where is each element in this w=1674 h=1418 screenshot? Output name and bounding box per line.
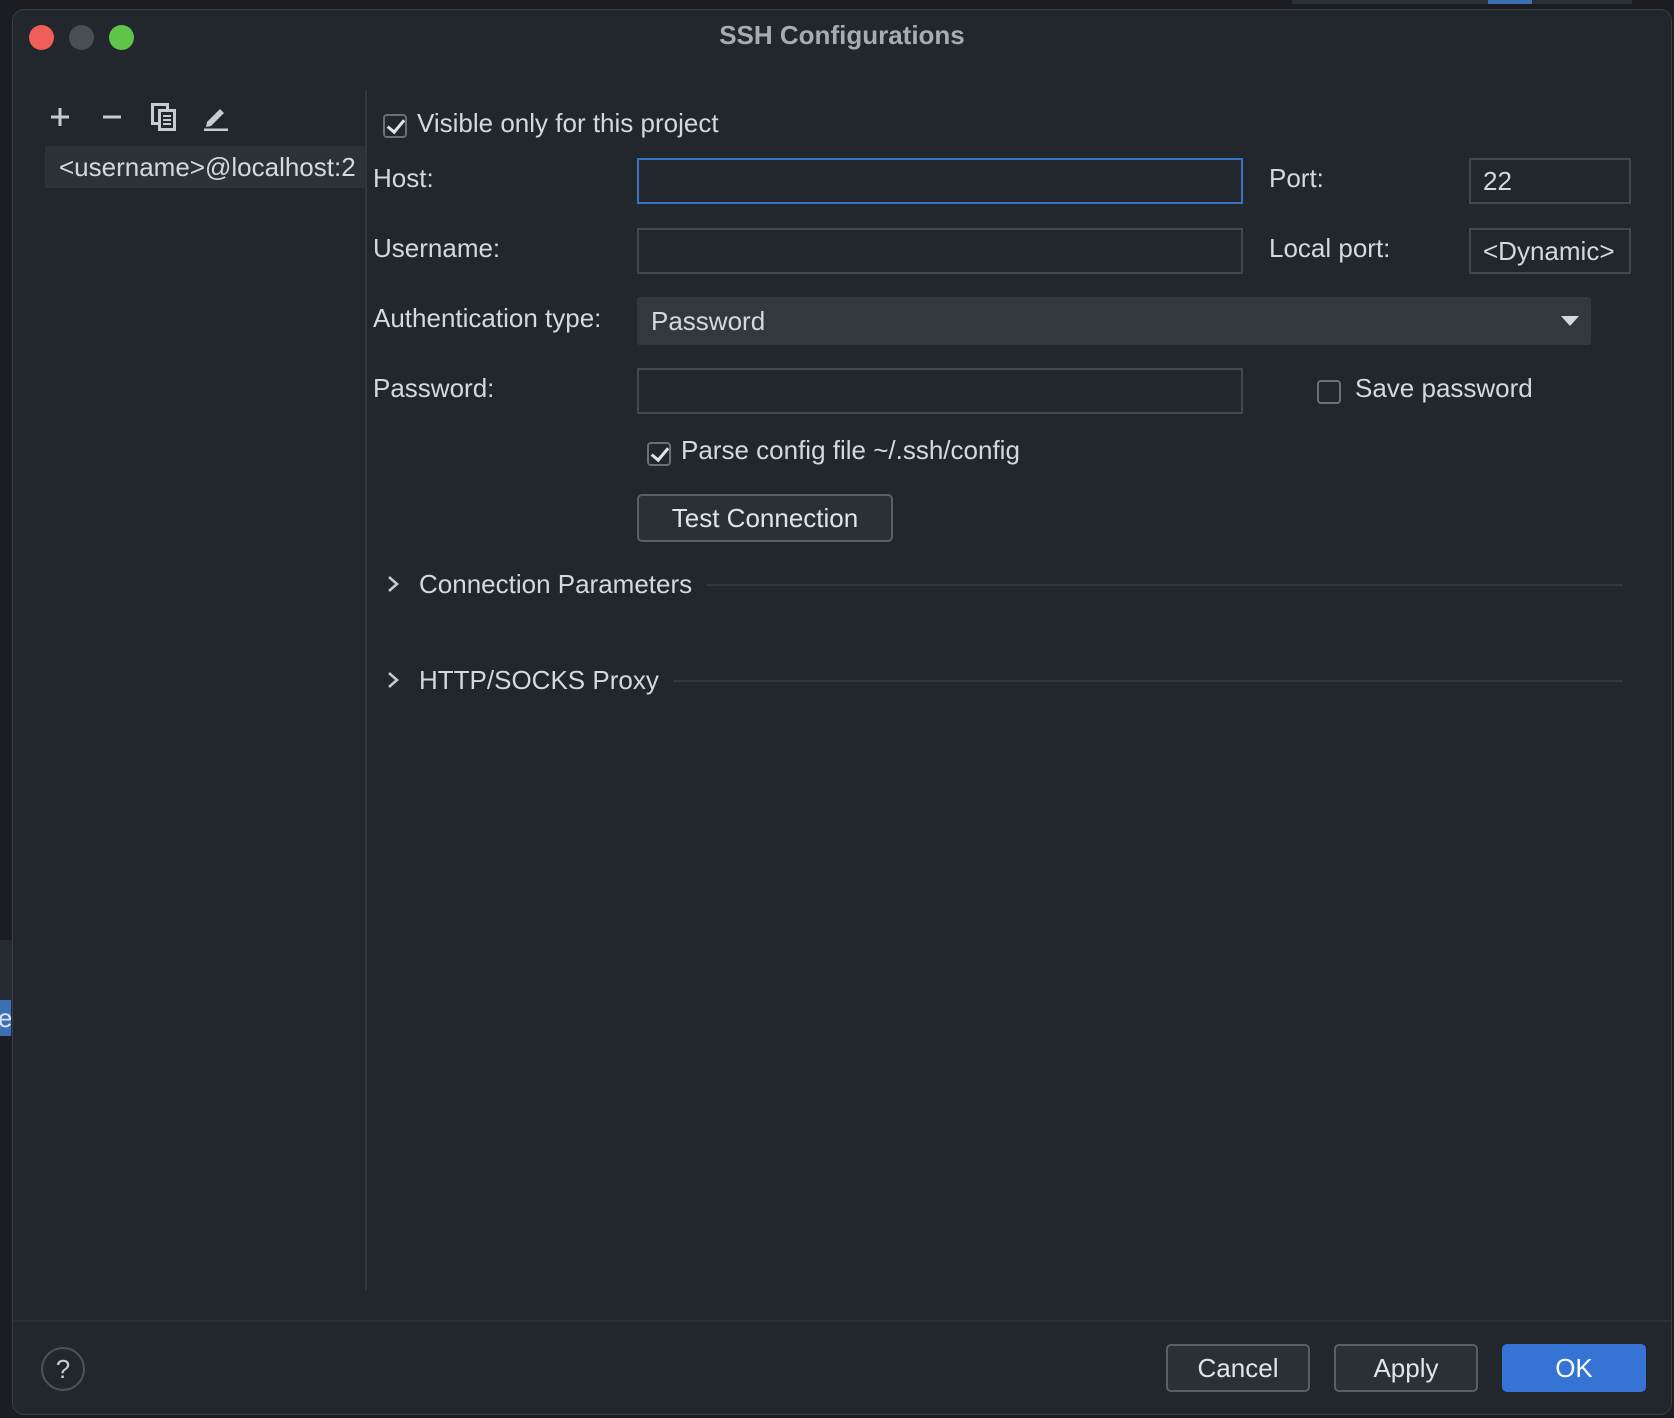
password-input[interactable] [637, 368, 1243, 414]
chevron-right-icon [388, 672, 399, 688]
connection-parameters-section[interactable]: Connection Parameters [373, 564, 1623, 604]
add-icon[interactable] [43, 100, 77, 134]
edit-icon[interactable] [199, 100, 233, 134]
visible-only-label: Visible only for this project [417, 108, 719, 138]
help-button[interactable]: ? [41, 1347, 85, 1391]
background-window-selected-item: e [0, 1000, 11, 1036]
footer-divider [13, 1320, 1671, 1322]
auth-type-dropdown[interactable]: Password [637, 297, 1591, 345]
configuration-form: Visible only for this project Host: Port… [373, 90, 1663, 1290]
visible-only-checkbox[interactable] [383, 114, 407, 138]
username-label: Username: [373, 233, 501, 263]
port-input[interactable] [1469, 158, 1631, 204]
connection-parameters-label: Connection Parameters [419, 564, 707, 604]
list-item[interactable]: <username>@localhost:2 [45, 146, 365, 188]
host-input[interactable] [637, 158, 1243, 204]
password-label: Password: [373, 373, 495, 403]
parse-config-checkbox[interactable] [647, 442, 671, 466]
parse-config-label: Parse config file ~/.ssh/config [681, 435, 1020, 465]
remove-icon[interactable] [95, 100, 129, 134]
local-port-input[interactable] [1469, 228, 1631, 274]
ok-button[interactable]: OK [1502, 1344, 1646, 1392]
save-password-checkbox[interactable] [1317, 380, 1341, 404]
list-toolbar [43, 100, 233, 140]
ssh-configurations-dialog: SSH Configurations <username>@localhost:… [12, 9, 1672, 1415]
titlebar: SSH Configurations [13, 10, 1671, 60]
host-label: Host: [373, 163, 434, 193]
local-port-label: Local port: [1269, 233, 1391, 263]
background-window-tab-accent [1488, 0, 1532, 4]
dialog-title: SSH Configurations [719, 20, 965, 50]
apply-button[interactable]: Apply [1334, 1344, 1478, 1392]
configurations-list-pane: <username>@localhost:2 [13, 90, 367, 1290]
cancel-button[interactable]: Cancel [1166, 1344, 1310, 1392]
username-input[interactable] [637, 228, 1243, 274]
auth-type-value: Password [651, 306, 766, 336]
chevron-right-icon [388, 576, 399, 592]
auth-type-label: Authentication type: [373, 303, 602, 333]
save-password-label: Save password [1355, 373, 1533, 403]
test-connection-button[interactable]: Test Connection [637, 494, 893, 542]
http-socks-proxy-label: HTTP/SOCKS Proxy [419, 660, 673, 700]
port-label: Port: [1269, 163, 1324, 193]
http-socks-proxy-section[interactable]: HTTP/SOCKS Proxy [373, 660, 1623, 700]
copy-icon[interactable] [147, 100, 181, 134]
background-window-tab [1292, 0, 1632, 4]
chevron-down-icon [1561, 316, 1579, 326]
